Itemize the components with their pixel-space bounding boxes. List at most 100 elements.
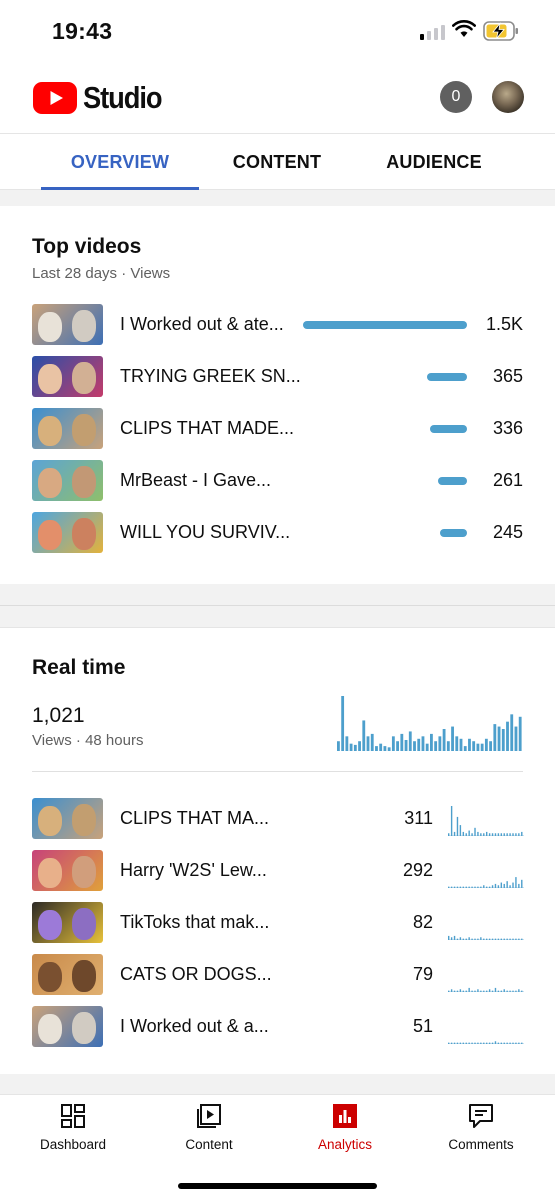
video-thumbnail [32, 356, 103, 397]
sparkline-bar [465, 938, 467, 940]
sparkline-bar [500, 882, 503, 888]
hourly-views-bar [442, 729, 446, 751]
comments-icon [469, 1104, 493, 1128]
youtube-studio-logo[interactable]: Studio [33, 80, 172, 116]
hourly-views-bar [341, 696, 345, 751]
nav-comments-label: Comments [448, 1137, 514, 1152]
hourly-views-bar [493, 724, 497, 751]
home-indicator [178, 1183, 377, 1189]
sparkline-bar [465, 886, 467, 888]
tab-audience[interactable]: AUDIENCE [355, 134, 513, 190]
sparkline-bar [474, 938, 476, 940]
sparkline-bar [491, 1042, 494, 1044]
sparkline-bar [500, 938, 503, 940]
hourly-views-bar [468, 738, 471, 751]
sparkline-bar [509, 990, 511, 992]
account-avatar[interactable] [492, 81, 524, 113]
logo-text: Studio [83, 80, 163, 115]
sparkline-bar [488, 989, 491, 992]
hourly-views-bar [489, 741, 493, 751]
video-thumbnail [32, 304, 103, 345]
sparkline-bar [494, 987, 497, 992]
hourly-views-bar [353, 744, 357, 751]
hourly-views-bar [413, 741, 416, 751]
sparkline-bar [456, 816, 459, 836]
video-sparkline [448, 806, 524, 836]
sparkline-bar [471, 1042, 473, 1044]
top-video-row[interactable]: CLIPS THAT MADE... 336 [0, 408, 555, 450]
real-time-video-row[interactable]: CATS OR DOGS... 79 [0, 954, 555, 996]
sparkline-bar [450, 937, 453, 940]
tab-content[interactable]: CONTENT [199, 134, 355, 190]
top-video-row[interactable]: TRYING GREEK SN... 365 [0, 356, 555, 398]
sparkline-bar [462, 886, 465, 888]
sparkline-bar [486, 990, 488, 992]
sparkline-bar [471, 990, 473, 992]
sparkline-bar [459, 937, 462, 940]
sparkline-bar [503, 833, 505, 836]
sparkline-bar [471, 938, 473, 940]
hourly-views-bar [417, 738, 421, 751]
sparkline-bar [468, 937, 470, 940]
sparkline-bar [497, 938, 500, 940]
sparkline-bar [480, 990, 482, 992]
sparkline-bar [509, 1042, 511, 1044]
sparkline-bar [480, 886, 482, 888]
real-time-hourly-chart[interactable] [337, 696, 523, 751]
views-bar [430, 425, 467, 433]
hourly-views-bar [497, 726, 501, 751]
notifications-count-button[interactable]: 0 [440, 81, 472, 113]
hourly-views-bar [404, 740, 408, 751]
hourly-views-bar [501, 729, 505, 751]
sparkline-bar [521, 1042, 523, 1044]
hourly-views-bar [391, 736, 395, 751]
sparkline-bar [483, 938, 485, 940]
real-time-video-row[interactable]: Harry 'W2S' Lew... 292 [0, 850, 555, 892]
sparkline-bar [468, 830, 470, 836]
sparkline-bar [494, 883, 497, 888]
views-bar [440, 529, 467, 537]
views-bar [303, 321, 467, 329]
sparkline-bar [459, 989, 462, 992]
real-time-video-row[interactable]: CLIPS THAT MA... 311 [0, 798, 555, 840]
sparkline-bar [512, 833, 514, 836]
nav-analytics[interactable]: Analytics [277, 1103, 413, 1163]
sparkline-bar [503, 883, 505, 888]
sparkline-bar [453, 831, 456, 836]
hourly-views-bar [514, 726, 518, 751]
sparkline-bar [459, 825, 462, 836]
top-video-row[interactable]: WILL YOU SURVIV... 245 [0, 512, 555, 554]
sparkline-bar [509, 833, 511, 836]
hourly-views-bar [480, 743, 484, 751]
sparkline-bar [480, 833, 482, 836]
sparkline-bar [448, 1042, 450, 1044]
hourly-views-bar [510, 714, 514, 751]
video-title: TRYING GREEK SN... [120, 366, 301, 386]
nav-dashboard[interactable]: Dashboard [5, 1103, 141, 1163]
sparkline-bar [512, 882, 514, 888]
sparkline-bar [483, 1042, 485, 1044]
sparkline-bar [450, 806, 453, 836]
sparkline-bar [506, 938, 508, 940]
nav-content[interactable]: Content [141, 1103, 277, 1163]
video-thumbnail [32, 408, 103, 449]
sparkline-bar [515, 1042, 517, 1044]
top-videos-card: Top videos Last 28 days · Views I Worked… [0, 206, 555, 584]
real-time-video-row[interactable]: I Worked out & a... 51 [0, 1006, 555, 1048]
sparkline-bar [521, 831, 523, 836]
sparkline-bar [462, 990, 465, 992]
video-views: 336 [492, 418, 523, 438]
sparkline-bar [515, 833, 517, 836]
sparkline-bar [462, 831, 465, 836]
nav-comments[interactable]: Comments [413, 1103, 549, 1163]
nav-analytics-label: Analytics [317, 1137, 373, 1152]
hourly-views-bar [506, 721, 509, 751]
top-video-row[interactable]: MrBeast - I Gave... 261 [0, 460, 555, 502]
tab-overview[interactable]: OVERVIEW [41, 134, 199, 190]
hourly-views-bar [396, 741, 400, 751]
sparkline-bar [503, 989, 505, 992]
top-video-row[interactable]: I Worked out & ate... 1.5K [0, 304, 555, 346]
hourly-views-bar [451, 726, 454, 751]
real-time-video-row[interactable]: TikToks that mak... 82 [0, 902, 555, 944]
sparkline-bar [459, 1042, 462, 1044]
